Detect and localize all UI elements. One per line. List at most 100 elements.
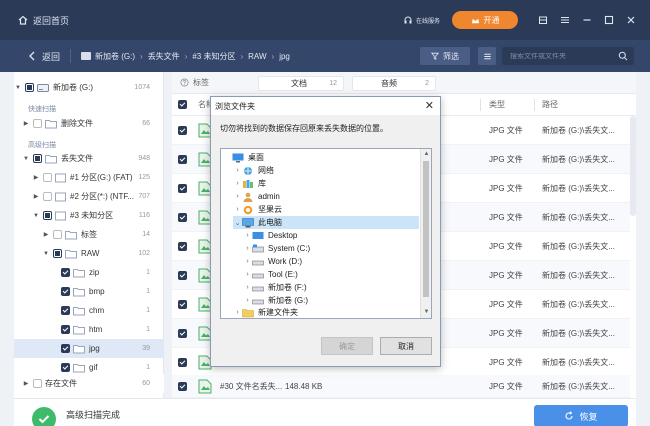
folder-item-network[interactable]: › 网络 [233, 164, 419, 177]
tree-item-partition-1[interactable]: ▶ #1 分区(G:) (FAT) 125 [14, 168, 164, 187]
search-icon[interactable] [618, 51, 628, 61]
tree-item-partition-2[interactable]: ▶ #2 分区(*:) (NTF... 707 [14, 187, 164, 206]
tree-checkbox[interactable] [61, 306, 70, 315]
back-button[interactable]: 返回 [28, 50, 60, 63]
row-checkbox[interactable] [178, 242, 187, 251]
tree-item-zip[interactable]: zip 1 [14, 263, 164, 282]
dialog-close-button[interactable]: ✕ [425, 99, 434, 112]
folder-item-drive-e[interactable]: › Tool (E:) [243, 268, 419, 281]
tree-checkbox[interactable] [61, 344, 70, 353]
folder-item-drive-c[interactable]: › System (C:) [243, 242, 419, 255]
tree-item-bmp[interactable]: bmp 1 [14, 282, 164, 301]
expand-arrow-icon[interactable]: › [233, 167, 242, 174]
breadcrumb-item[interactable]: RAW [248, 52, 266, 61]
column-header-path[interactable]: 路径 [542, 99, 558, 110]
tree-item-existing[interactable]: ▶ 存在文件 60 [14, 374, 164, 393]
menu-button[interactable] [554, 0, 576, 40]
close-button[interactable] [620, 0, 642, 40]
filter-button[interactable]: 筛选 [420, 47, 470, 65]
expand-arrow-icon[interactable]: › [243, 297, 252, 304]
folder-item-desktop[interactable]: › Desktop [243, 229, 419, 242]
expand-arrow-icon[interactable]: › [233, 309, 242, 316]
expand-arrow-icon[interactable]: ▶ [42, 231, 50, 238]
scroll-down-icon[interactable]: ▼ [421, 307, 432, 318]
online-service-button[interactable]: 在线服务 [403, 15, 440, 25]
collapse-arrow-icon[interactable]: ⌄ [233, 219, 242, 227]
tree-item-drive-g[interactable]: ▼ 新加卷 (G:) 1074 [14, 78, 164, 97]
tree-checkbox[interactable] [61, 325, 70, 334]
folder-item-drive-d[interactable]: › Work (D:) [243, 255, 419, 268]
expand-arrow-icon[interactable]: › [243, 271, 252, 278]
tree-item-deleted[interactable]: ▶ 删除文件 66 [14, 114, 164, 133]
row-checkbox[interactable] [178, 155, 187, 164]
tree-checkbox[interactable] [61, 287, 70, 296]
expand-arrow-icon[interactable]: › [243, 232, 252, 239]
row-checkbox[interactable] [178, 271, 187, 280]
expand-arrow-icon[interactable]: › [233, 206, 242, 213]
tree-checkbox[interactable] [43, 211, 52, 220]
tree-checkbox[interactable] [53, 230, 62, 239]
expand-arrow-icon[interactable]: ▼ [14, 85, 22, 91]
scrollbar[interactable] [630, 116, 636, 216]
tree-item-jpg[interactable]: jpg 39 [14, 339, 164, 358]
tree-item-raw[interactable]: ▼ RAW 102 [14, 244, 164, 263]
folder-item-this-pc[interactable]: ⌄ 此电脑 [233, 216, 419, 229]
tree-item-partition-3[interactable]: ▼ #3 未知分区 116 [14, 206, 164, 225]
tree-checkbox[interactable] [43, 192, 52, 201]
tree-checkbox[interactable] [43, 173, 52, 182]
folder-tree-scrollbar[interactable]: ▲ ▼ [420, 149, 431, 318]
tree-checkbox[interactable] [53, 249, 62, 258]
expand-arrow-icon[interactable]: › [233, 193, 242, 200]
row-checkbox[interactable] [178, 213, 187, 222]
help-circle-icon[interactable] [180, 78, 189, 87]
expand-arrow-icon[interactable]: › [233, 180, 242, 187]
tree-item-htm[interactable]: htm 1 [14, 320, 164, 339]
folder-item-new-folder[interactable]: › 新建文件夹 [233, 306, 419, 319]
row-checkbox[interactable] [178, 126, 187, 135]
column-header-type[interactable]: 类型 [489, 99, 505, 110]
minimize-button[interactable] [576, 0, 598, 40]
recover-button[interactable]: 恢复 [534, 405, 628, 426]
folder-item-drive-f[interactable]: › 新加卷 (F:) [243, 281, 419, 294]
folder-item-jianguoyun[interactable]: › 坚果云 [233, 203, 419, 216]
tree-item-lost-files[interactable]: ▼ 丢失文件 948 [14, 149, 164, 168]
row-checkbox[interactable] [178, 329, 187, 338]
view-toggle-button[interactable] [478, 47, 496, 65]
tree-checkbox[interactable] [61, 363, 70, 372]
skin-button[interactable] [532, 0, 554, 40]
select-all-checkbox[interactable] [178, 100, 187, 109]
tree-checkbox[interactable] [25, 83, 34, 92]
scroll-thumb[interactable] [423, 161, 429, 297]
cancel-button[interactable]: 取消 [380, 337, 432, 355]
vip-button[interactable]: 开通 [452, 11, 518, 29]
folder-item-admin[interactable]: › admin [233, 190, 419, 203]
tree-checkbox[interactable] [33, 379, 42, 388]
tree-item-chm[interactable]: chm 1 [14, 301, 164, 320]
row-checkbox[interactable] [178, 358, 187, 367]
tree-checkbox[interactable] [33, 154, 42, 163]
tree-item-tag[interactable]: ▶ 标签 14 [14, 225, 164, 244]
tree-checkbox[interactable] [61, 268, 70, 277]
tab-documents[interactable]: 文档 12 [258, 76, 344, 91]
search-input[interactable] [502, 52, 612, 60]
breadcrumb-item[interactable]: 新加卷 (G:) [95, 51, 135, 62]
breadcrumb-item[interactable]: 丢失文件 [148, 51, 180, 62]
expand-arrow-icon[interactable]: ▼ [42, 251, 50, 257]
expand-arrow-icon[interactable]: ▶ [22, 120, 30, 127]
expand-arrow-icon[interactable]: ▼ [22, 156, 30, 162]
expand-arrow-icon[interactable]: ▼ [32, 213, 40, 219]
home-button[interactable]: 返回首页 [18, 14, 69, 27]
table-row[interactable]: #30 文件名丢失... 148.48 KB JPG 文件 新加卷 (G:)\丢… [172, 375, 630, 398]
row-checkbox[interactable] [178, 184, 187, 193]
expand-arrow-icon[interactable]: ▶ [32, 174, 40, 181]
tree-checkbox[interactable] [33, 119, 42, 128]
expand-arrow-icon[interactable]: › [243, 258, 252, 265]
ok-button[interactable]: 确定 [321, 337, 373, 355]
expand-arrow-icon[interactable]: ▶ [22, 380, 30, 387]
expand-arrow-icon[interactable]: › [243, 284, 252, 291]
folder-item-library[interactable]: › 库 [233, 177, 419, 190]
folder-item-desktop-root[interactable]: 桌面 [223, 151, 419, 164]
expand-arrow-icon[interactable]: ▶ [32, 193, 40, 200]
maximize-button[interactable] [598, 0, 620, 40]
expand-arrow-icon[interactable]: › [243, 245, 252, 252]
